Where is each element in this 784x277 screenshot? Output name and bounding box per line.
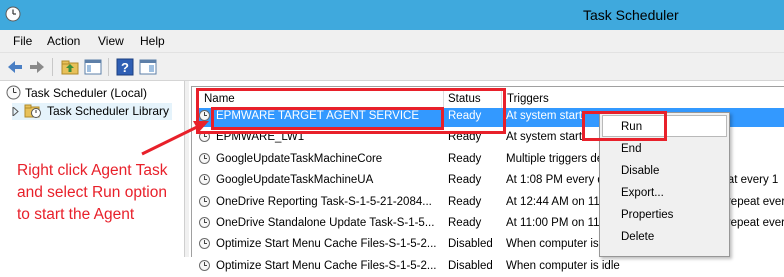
context-menu-end[interactable]: End xyxy=(621,143,641,155)
context-menu-export[interactable]: Export... xyxy=(621,187,664,199)
cell-task-trigger: When computer is idle xyxy=(506,260,620,272)
annotation-instruction: Right click Agent Task and select Run op… xyxy=(17,162,168,223)
context-menu-disable[interactable]: Disable xyxy=(621,165,659,177)
cell-task-status: Disabled xyxy=(448,260,493,272)
cell-task-name: Optimize Start Menu Cache Files-S-1-5-2.… xyxy=(216,260,437,272)
task-clock-icon xyxy=(199,260,210,271)
annotation-highlight-run xyxy=(582,111,667,141)
table-row[interactable]: Optimize Start Menu Cache Files-S-1-5-2.… xyxy=(196,258,784,277)
context-menu-properties[interactable]: Properties xyxy=(621,209,673,221)
context-menu-delete[interactable]: Delete xyxy=(621,231,654,243)
